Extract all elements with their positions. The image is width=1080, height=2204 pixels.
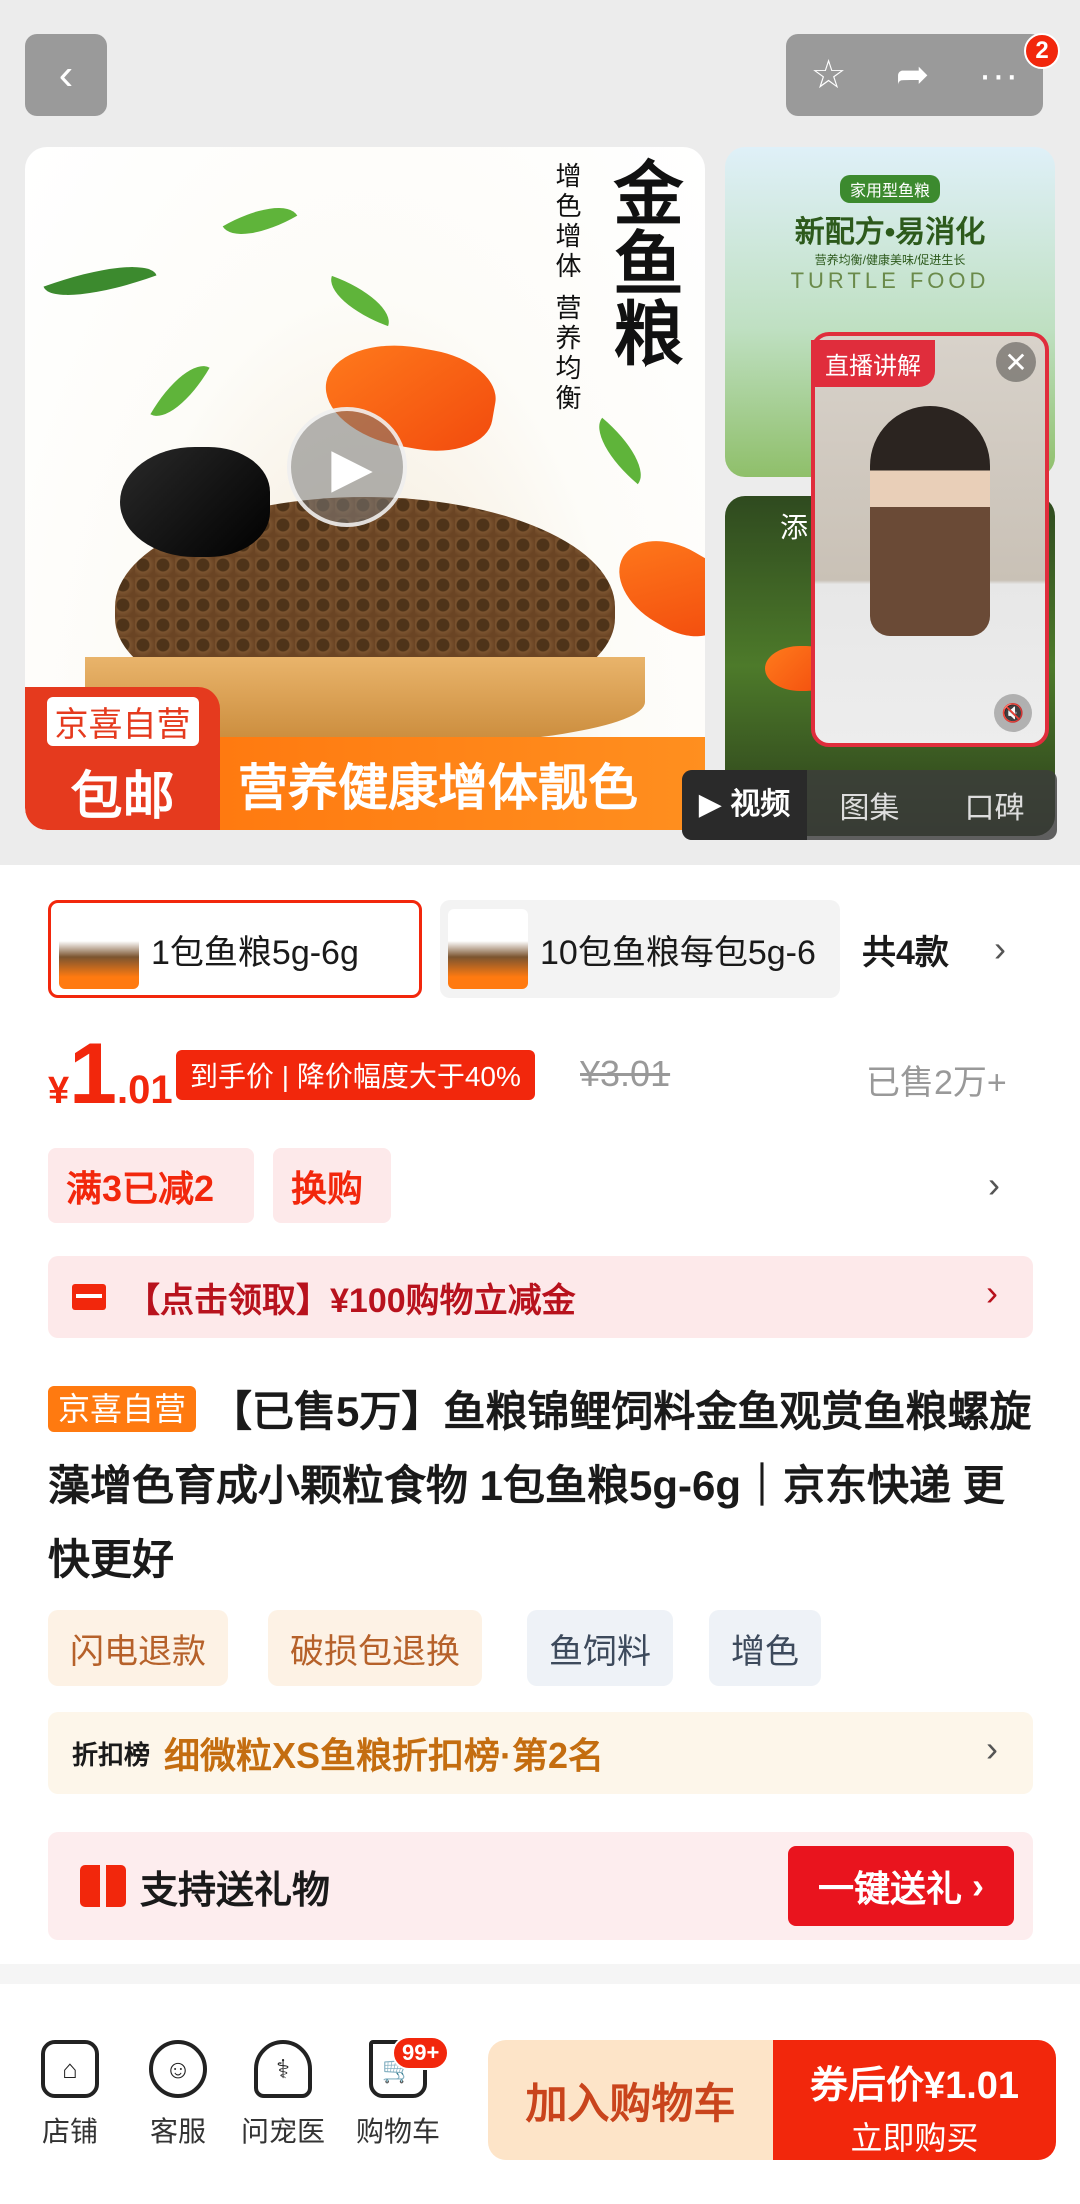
price-decimal: .01 [116, 1068, 173, 1112]
rank-key: 折扣榜 [72, 1739, 151, 1770]
buy-now-label: 立即购买 [850, 2120, 979, 2156]
gift-label: 支持送礼物 [140, 1869, 331, 1912]
keyword-chip[interactable]: 鱼饲料 [527, 1610, 673, 1686]
coupon-bar[interactable]: 【点击领取】¥100购物立减金 › [48, 1256, 1033, 1338]
jx-tag-line1: 京喜自营 [46, 697, 199, 746]
doctor-icon: ⚕ [254, 2040, 312, 2098]
top-actions: ☆ ➦ ··· [786, 34, 1043, 116]
live-explain-tag[interactable]: 直播讲解 [811, 340, 935, 387]
sku-option[interactable]: 10包鱼粮每包5g-6 [440, 900, 840, 998]
nav-service-label: 客服 [149, 2116, 206, 2147]
tab-reviews[interactable]: 口碑 [932, 783, 1057, 827]
product-gallery: 金鱼粮 增色增体 营养均衡 ▶ 京喜自营 包邮 营养健康增体靓色 家用型鱼粮 新… [0, 0, 1080, 865]
sku-thumbnail [448, 909, 528, 989]
sku-label: 1包鱼粮5g-6g [151, 933, 359, 972]
tab-video[interactable]: ▶ 视频 [682, 770, 807, 840]
leaf-decoration [584, 417, 656, 485]
leaf-decoration [222, 191, 298, 251]
media-tabs: ▶ 视频 图集 口碑 [682, 770, 1057, 840]
sku-thumbnail [59, 909, 139, 989]
chat-icon: ☺ [149, 2040, 207, 2098]
tab-video-label: 视频 [730, 788, 791, 821]
current-price: ¥1.01 [48, 1025, 173, 1124]
mute-icon[interactable]: 🔇 [994, 694, 1032, 732]
leaf-decoration [322, 275, 398, 327]
thumb1-en: TURTLE FOOD [790, 268, 990, 293]
goldfish-image [603, 522, 705, 652]
product-title: 京喜自营 【已售5万】鱼粮锦鲤饲料金鱼观赏鱼粮螺旋藻增色育成小颗粒食物 1包鱼粮5… [48, 1375, 1033, 1597]
nav-cart-label: 购物车 [355, 2116, 440, 2147]
jingxi-badge: 京喜自营 [48, 1386, 197, 1432]
chevron-right-icon: › [986, 1728, 998, 1769]
close-icon[interactable]: ✕ [996, 342, 1036, 382]
live-host-image [870, 406, 990, 636]
sku-count[interactable]: 共4款 [862, 925, 949, 974]
buy-now-price: 券后价¥1.01 [809, 2065, 1020, 2107]
section-divider [0, 1964, 1080, 1984]
price-currency: ¥ [48, 1070, 70, 1112]
discount-rank-bar[interactable]: 折扣榜 细微粒XS鱼粮折扣榜·第2名 › [48, 1712, 1033, 1794]
nav-vet-label: 问宠医 [240, 2116, 325, 2147]
play-icon[interactable]: ▶ [287, 407, 407, 527]
nav-service[interactable]: ☺ 客服 [128, 2040, 228, 2150]
more-icon[interactable]: ··· [978, 53, 1018, 98]
service-chip[interactable]: 破损包退换 [268, 1610, 482, 1686]
thumb2-text: 添 [780, 512, 809, 543]
vertical-product-title: 金鱼粮 [602, 157, 685, 367]
gift-bar: 支持送礼物 一键送礼 › [48, 1832, 1033, 1940]
rank-value: 细微粒XS鱼粮折扣榜·第2名 [164, 1735, 605, 1776]
add-to-cart-button[interactable]: 加入购物车 [488, 2040, 773, 2160]
share-icon[interactable]: ➦ [896, 52, 930, 98]
buy-now-button[interactable]: 券后价¥1.01 立即购买 [773, 2040, 1056, 2160]
thumb1-sub: 营养均衡/健康美味/促进生长 [814, 253, 966, 267]
sku-label: 10包鱼粮每包5g-6 [540, 933, 816, 972]
thumb1-tag: 家用型鱼粮 [839, 175, 940, 203]
coupon-icon [72, 1284, 106, 1310]
nav-store[interactable]: ⌂ 店铺 [20, 2040, 120, 2150]
leaf-decoration [43, 249, 157, 313]
price-tag: 到手价 | 降价幅度大于40% [176, 1050, 535, 1100]
thumb1-headline: 新配方•易消化 [794, 216, 986, 249]
sku-option-selected[interactable]: 1包鱼粮5g-6g [48, 900, 422, 998]
back-button[interactable]: ‹ [25, 34, 107, 116]
leaf-decoration [150, 353, 210, 429]
coupon-text: 【点击领取】¥100购物立减金 [126, 1281, 576, 1320]
keyword-chip[interactable]: 增色 [709, 1610, 821, 1686]
tab-gallery[interactable]: 图集 [807, 783, 932, 827]
black-goldfish-image [120, 447, 270, 557]
gift-icon [80, 1865, 126, 1907]
banner-slogan: 营养健康增体靓色 [220, 737, 705, 830]
notification-badge: 2 [1024, 33, 1060, 69]
sold-count: 已售2万+ [866, 1064, 1007, 1102]
promo-tag[interactable]: 换购 [273, 1148, 391, 1223]
price-integer: 1 [69, 1026, 117, 1122]
nav-store-label: 店铺 [41, 2116, 98, 2147]
chevron-right-icon: › [986, 1272, 998, 1313]
chevron-left-icon: ‹ [58, 50, 74, 99]
store-icon: ⌂ [41, 2040, 99, 2098]
vertical-slogan: 增色增体 营养均衡 [551, 162, 581, 415]
service-chip[interactable]: 闪电退款 [48, 1610, 228, 1686]
promo-tag[interactable]: 满3已减2 [48, 1148, 254, 1223]
send-gift-button[interactable]: 一键送礼 › [788, 1846, 1014, 1926]
chevron-right-icon[interactable]: › [994, 928, 1006, 970]
nav-vet[interactable]: ⚕ 问宠医 [233, 2040, 333, 2150]
live-stream-window[interactable] [811, 332, 1049, 747]
jingxi-free-shipping-tag: 京喜自营 包邮 [25, 687, 220, 830]
send-gift-label: 一键送礼 [817, 1868, 962, 1909]
original-price: ¥3.01 [580, 1053, 671, 1094]
star-icon[interactable]: ☆ [811, 52, 847, 98]
cart-badge: 99+ [392, 2036, 450, 2070]
main-product-image[interactable]: 金鱼粮 增色增体 营养均衡 ▶ 京喜自营 包邮 营养健康增体靓色 [25, 147, 705, 830]
jx-tag-line2: 包邮 [70, 768, 175, 826]
chevron-right-icon[interactable]: › [988, 1164, 1000, 1206]
